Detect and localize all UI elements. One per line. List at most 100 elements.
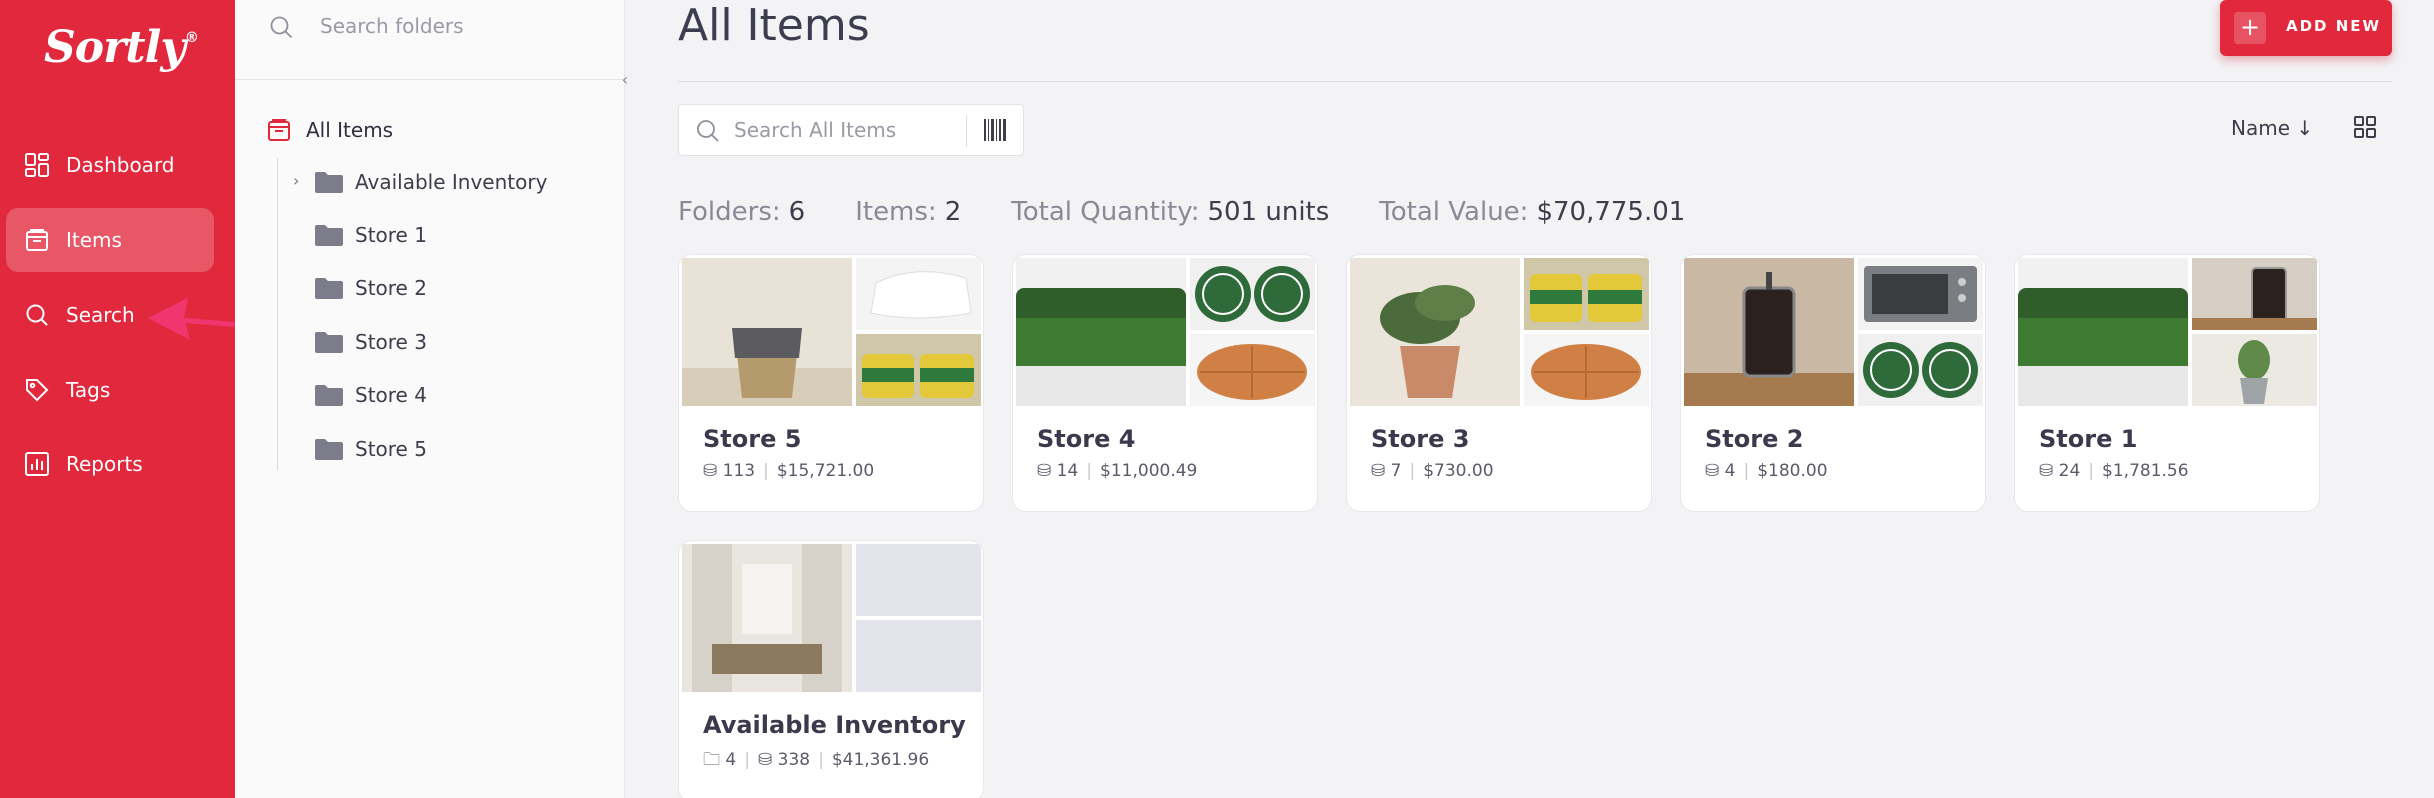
subfolder-icon: 🗀 <box>703 750 720 770</box>
card-title: Store 1 <box>2039 425 2138 453</box>
folder-icon <box>315 439 343 460</box>
item-thumbnail <box>1016 258 1186 406</box>
card-value: $180.00 <box>1757 461 1828 481</box>
card-quantity: 14 <box>1056 461 1079 481</box>
chevron-right-icon[interactable]: › <box>293 171 299 190</box>
nav-label-tags: Tags <box>66 378 111 402</box>
folder-search[interactable]: Search folders <box>235 0 625 80</box>
summary-folders-label: Folders: <box>678 197 781 227</box>
item-thumbnail <box>1190 258 1315 330</box>
item-thumbnail <box>682 544 852 692</box>
quantity-icon: ⛁ <box>2039 461 2054 481</box>
plus-icon: + <box>2234 12 2266 44</box>
summary-items-label: Items: <box>855 197 937 227</box>
tree-root-label: All Items <box>306 118 394 142</box>
folder-card-store-1[interactable]: Store 1 ⛁ 24 | $1,781.56 <box>2014 254 2320 512</box>
folder-card-store-5[interactable]: Store 5 ⛁ 113 | $15,721.00 <box>678 254 984 512</box>
card-quantity: 4 <box>1724 461 1736 481</box>
folder-card-store-3[interactable]: Store 3 ⛁ 7 | $730.00 <box>1346 254 1652 512</box>
divider <box>678 81 2392 82</box>
reports-icon <box>25 452 49 476</box>
card-value: $730.00 <box>1423 461 1494 481</box>
tree-item-available-inventory[interactable]: › Available Inventory <box>235 163 625 203</box>
nav-item-items[interactable]: Items <box>6 208 214 272</box>
search-icon <box>270 16 293 39</box>
sort-label: Name <box>2231 116 2291 140</box>
tree-item-store-3[interactable]: Store 3 <box>235 323 625 363</box>
summary-items-value: 2 <box>944 197 962 227</box>
card-value: $1,781.56 <box>2102 461 2189 481</box>
folder-label: Available Inventory <box>355 170 548 194</box>
quantity-icon: ⛁ <box>1037 461 1052 481</box>
card-title: Available Inventory <box>703 711 966 739</box>
folder-card-store-2[interactable]: Store 2 ⛁ 4 | $180.00 <box>1680 254 1986 512</box>
item-thumbnail <box>1858 258 1983 330</box>
card-meta: 🗀 4 | ⛁ 338 | $41,361.96 <box>703 750 930 770</box>
item-thumbnail <box>2018 258 2188 406</box>
card-meta: ⛁ 24 | $1,781.56 <box>2039 461 2189 481</box>
folder-label: Store 5 <box>355 437 427 461</box>
folder-icon <box>315 278 343 299</box>
card-value: $41,361.96 <box>831 750 930 770</box>
nav-item-reports[interactable]: Reports <box>6 432 214 496</box>
card-title: Store 5 <box>703 425 802 453</box>
sort-by-name-button[interactable]: Name ↓ <box>2231 116 2313 140</box>
grid-view-icon[interactable] <box>2354 116 2376 138</box>
add-new-button[interactable]: + ADD NEW <box>2220 0 2392 56</box>
card-meta: ⛁ 14 | $11,000.49 <box>1037 461 1198 481</box>
tree-item-store-2[interactable]: Store 2 <box>235 269 625 309</box>
folder-label: Store 1 <box>355 223 427 247</box>
card-meta: ⛁ 113 | $15,721.00 <box>703 461 875 481</box>
summary-folders-value: 6 <box>788 197 806 227</box>
main-content: All Items + ADD NEW Search All Items Nam… <box>626 0 2434 798</box>
folder-icon <box>315 225 343 246</box>
item-thumbnail <box>2192 334 2317 406</box>
tree-item-store-1[interactable]: Store 1 <box>235 216 625 256</box>
quantity-icon: ⛁ <box>1705 461 1720 481</box>
search-icon <box>26 304 48 326</box>
nav-item-dashboard[interactable]: Dashboard <box>6 133 214 197</box>
quantity-icon: ⛁ <box>1371 461 1386 481</box>
card-title: Store 3 <box>1371 425 1470 453</box>
search-all-items-input[interactable]: Search All Items <box>678 104 1024 156</box>
divider <box>966 115 967 147</box>
folder-icon <box>315 332 343 353</box>
summary-items: Items: 2 <box>855 197 961 227</box>
nav-label-items: Items <box>66 228 122 252</box>
folder-card-store-4[interactable]: Store 4 ⛁ 14 | $11,000.49 <box>1012 254 1318 512</box>
nav-item-tags[interactable]: Tags <box>6 358 214 422</box>
item-thumbnail <box>1524 334 1649 406</box>
item-thumbnail <box>1524 258 1649 330</box>
card-quantity: 338 <box>777 750 811 770</box>
items-icon <box>268 119 290 141</box>
dashboard-icon <box>25 153 49 177</box>
logo-registered-mark: ® <box>184 30 199 47</box>
summary-value-value: $70,775.01 <box>1536 197 1686 227</box>
tree-item-store-4[interactable]: Store 4 <box>235 376 625 416</box>
tag-icon <box>26 379 49 402</box>
empty-thumbnail <box>856 620 981 692</box>
item-thumbnail <box>856 258 981 330</box>
barcode-scan-icon[interactable] <box>984 119 1006 141</box>
nav-label-dashboard: Dashboard <box>66 153 175 177</box>
quantity-icon: ⛁ <box>703 461 718 481</box>
main-nav: Sortly® Dashboard Items Search Tags Repo… <box>0 0 235 798</box>
quantity-icon: ⛁ <box>757 750 773 770</box>
summary-quantity: Total Quantity: 501 units <box>1011 197 1329 227</box>
nav-label-search: Search <box>66 303 135 327</box>
page-title: All Items <box>678 0 870 51</box>
summary-folders: Folders: 6 <box>678 197 805 227</box>
arrow-down-icon: ↓ <box>2296 116 2314 140</box>
folder-card-available-inventory[interactable]: Available Inventory 🗀 4 | ⛁ 338 | $41,361.96 <box>678 540 984 798</box>
summary-qty-value: 501 units <box>1207 197 1330 227</box>
summary-value: Total Value: $70,775.01 <box>1379 197 1685 227</box>
sortly-logo[interactable]: Sortly® <box>44 22 199 73</box>
folder-label: Store 2 <box>355 276 427 300</box>
tree-item-store-5[interactable]: Store 5 <box>235 430 625 470</box>
item-thumbnail <box>1350 258 1520 406</box>
card-title: Store 2 <box>1705 425 1804 453</box>
add-new-label: ADD NEW <box>2286 17 2382 35</box>
tree-item-all-items[interactable]: All Items <box>267 114 393 146</box>
folder-label: Store 3 <box>355 330 427 354</box>
card-meta: ⛁ 7 | $730.00 <box>1371 461 1494 481</box>
